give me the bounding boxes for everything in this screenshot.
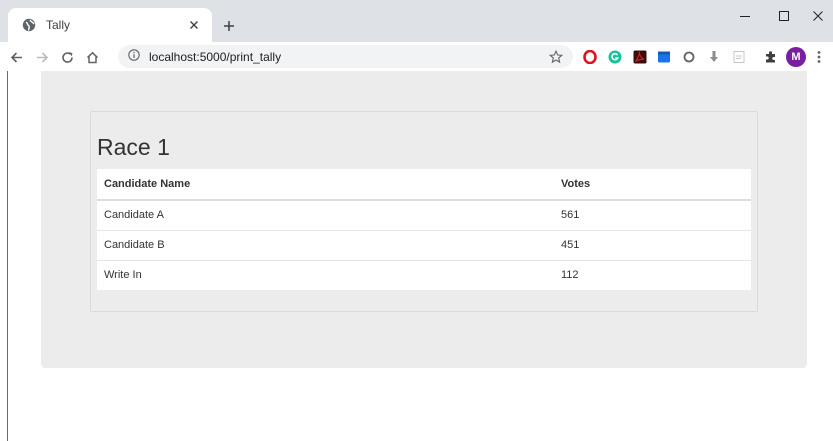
pdf-extension[interactable] [631,48,649,66]
pdf-icon [633,50,647,64]
table-row: Candidate B 451 [97,229,751,260]
maximize-button[interactable] [766,0,802,32]
home-button[interactable] [81,46,103,68]
opera-icon [583,50,597,64]
home-icon [86,51,98,63]
back-button[interactable] [5,46,27,68]
tab-strip: Tally [0,0,833,42]
globe-icon [21,17,37,33]
grammarly-extension[interactable] [606,48,624,66]
tab-title: Tally [46,18,71,32]
maximize-icon [779,11,789,21]
votes-cell: 112 [554,259,751,290]
circle-extension[interactable] [680,48,698,66]
address-bar[interactable]: localhost:5000/print_tally [118,45,573,68]
kebab-menu-icon [817,51,821,63]
minimize-icon [740,16,750,17]
grammarly-icon [608,50,622,64]
votes-cell: 451 [554,229,751,260]
avatar-initial: M [791,51,801,63]
info-icon[interactable] [128,48,140,66]
close-tab-icon[interactable] [186,17,202,33]
arrow-right-icon [36,51,48,63]
table-row: Write In 112 [97,259,751,290]
plus-icon [224,21,234,31]
puzzle-icon [766,51,775,63]
candidate-name-cell: Candidate A [104,209,164,222]
minimize-button[interactable] [727,0,763,32]
note-extension[interactable] [730,48,748,66]
candidate-name-cell: Write In [97,259,554,290]
profile-avatar[interactable]: M [786,47,806,67]
page-viewport: Race 1 Candidate Name Votes Candidate A … [0,71,833,441]
reload-icon [61,51,73,63]
page-divider [7,71,8,441]
download-extension[interactable] [705,48,723,66]
table-header-row: Candidate Name Votes [97,169,751,201]
url-text: localhost:5000/print_tally [149,49,282,64]
close-icon [813,11,823,21]
opera-extension[interactable] [581,48,599,66]
arrow-left-icon [10,51,22,63]
forward-button[interactable] [31,46,53,68]
browser-toolbar: localhost:5000/print_tally M [0,42,833,72]
bookmark-star-button[interactable] [547,48,565,66]
note-ext-icon [733,51,745,63]
browser-tab[interactable]: Tally [8,8,212,42]
tally-table: Candidate Name Votes Candidate A 561 Can… [97,169,751,290]
candidate-name-header: Candidate Name [97,169,554,201]
candidate-name-cell: Candidate B [97,229,554,260]
votes-cell: 561 [561,209,580,222]
table-row: Candidate A 561 [97,200,751,230]
new-tab-button[interactable] [218,15,240,37]
star-icon [549,50,563,64]
reload-button[interactable] [56,46,78,68]
circle-ext-icon [683,51,695,63]
download-ext-icon [710,51,718,62]
menu-button[interactable] [813,48,825,66]
votes-header: Votes [554,169,751,201]
blue-square-extension[interactable] [655,48,673,66]
race-title: Race 1 [97,134,170,160]
blue-square-icon [658,51,670,63]
extensions-button[interactable] [762,48,780,66]
close-window-button[interactable] [800,0,833,32]
